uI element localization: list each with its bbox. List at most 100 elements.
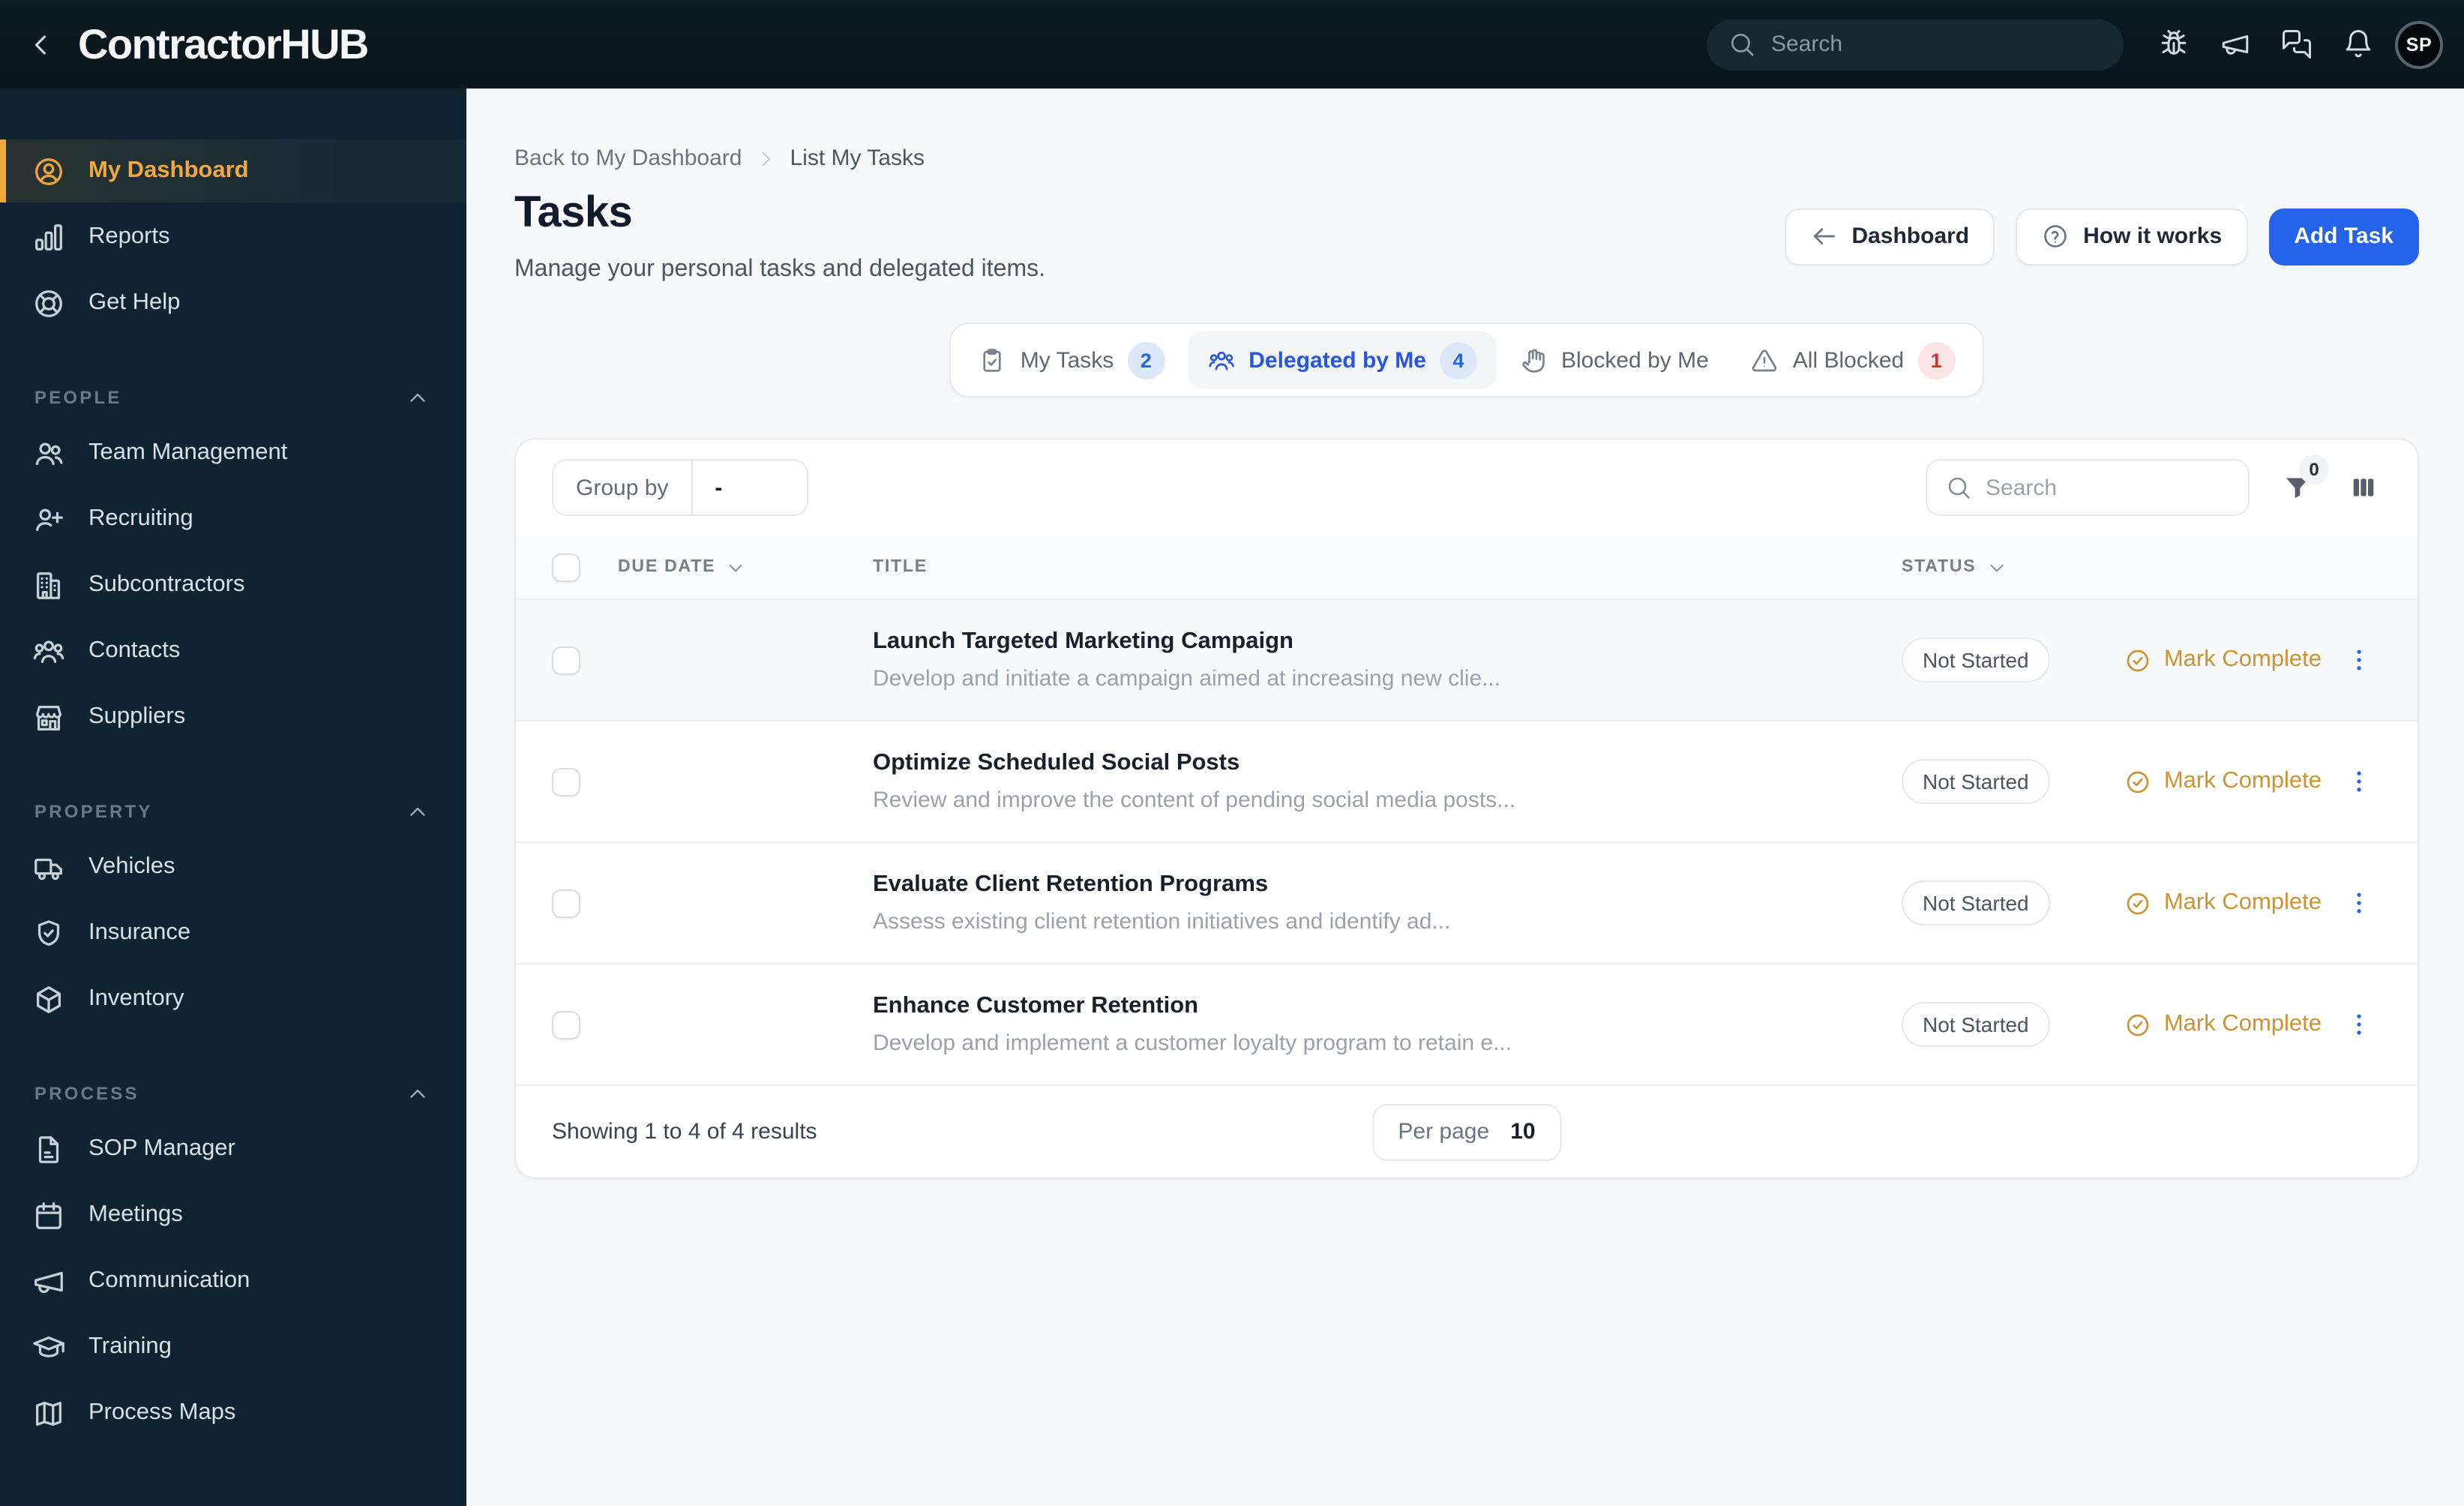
global-search-input[interactable] — [1771, 32, 2103, 57]
title-cell[interactable]: Enhance Customer Retention Develop and i… — [873, 993, 1902, 1056]
sidebar-item-contacts[interactable]: Contacts — [0, 620, 466, 682]
sidebar-section-property[interactable]: PROPERTY — [0, 788, 466, 836]
calendar-icon — [31, 1198, 66, 1232]
sidebar-item-get-help[interactable]: Get Help — [0, 272, 466, 334]
document-icon — [31, 1132, 66, 1166]
row-checkbox[interactable] — [552, 889, 580, 917]
sidebar-item-inventory[interactable]: Inventory — [0, 968, 466, 1030]
title-cell[interactable]: Launch Targeted Marketing Campaign Devel… — [873, 628, 1902, 692]
tab-count-badge: 2 — [1127, 341, 1165, 379]
group-by-control[interactable]: Group by - — [552, 459, 808, 516]
user-plus-icon — [31, 502, 66, 536]
bug-report-button[interactable] — [2148, 19, 2199, 70]
sidebar-item-vehicles[interactable]: Vehicles — [0, 836, 466, 898]
sidebar-section-people[interactable]: PEOPLE — [0, 374, 466, 422]
row-menu-button[interactable] — [2344, 766, 2374, 796]
breadcrumb-back-link[interactable]: Back to My Dashboard — [514, 146, 742, 171]
page-title: Tasks — [514, 189, 633, 237]
status-badge: Not Started — [1902, 1002, 2050, 1047]
row-checkbox[interactable] — [552, 1010, 580, 1039]
sidebar-item-label: Meetings — [88, 1202, 183, 1227]
sidebar-item-insurance[interactable]: Insurance — [0, 902, 466, 964]
help-circle-icon — [2041, 222, 2070, 250]
column-header-status[interactable]: STATUS — [1902, 556, 2127, 578]
per-page-control[interactable]: Per page 10 — [1372, 1103, 1561, 1160]
row-menu-button[interactable] — [2344, 888, 2374, 918]
column-header-title[interactable]: TITLE — [873, 558, 1902, 576]
kebab-menu-icon — [2344, 1010, 2374, 1040]
messages-button[interactable] — [2271, 19, 2322, 70]
sidebar-item-label: My Dashboard — [88, 158, 249, 183]
task-title: Optimize Scheduled Social Posts — [873, 750, 1240, 776]
columns-button[interactable] — [2346, 470, 2382, 506]
mark-complete-button[interactable]: Mark Complete — [2124, 889, 2337, 917]
table-row: Launch Targeted Marketing Campaign Devel… — [516, 598, 2418, 720]
tab-delegated-by-me[interactable]: Delegated by Me 4 — [1187, 332, 1497, 388]
tab-my-tasks[interactable]: My Tasks 2 — [959, 332, 1184, 388]
status-badge: Not Started — [1902, 759, 2050, 804]
chevron-up-icon — [405, 385, 430, 410]
task-description: Review and improve the content of pendin… — [873, 788, 1516, 813]
notifications-button[interactable] — [2332, 19, 2383, 70]
add-task-button[interactable]: Add Task — [2268, 208, 2419, 265]
task-description: Develop and implement a customer loyalty… — [873, 1030, 1512, 1056]
how-it-works-button-label: How it works — [2083, 224, 2223, 249]
table-search[interactable] — [1926, 459, 2250, 516]
table-footer: Showing 1 to 4 of 4 results Per page 10 — [516, 1084, 2418, 1178]
sidebar-item-process-maps[interactable]: Process Maps — [0, 1382, 466, 1444]
how-it-works-button[interactable]: How it works — [2016, 208, 2248, 265]
sidebar-item-sop-manager[interactable]: SOP Manager — [0, 1118, 466, 1180]
truck-icon — [31, 850, 66, 884]
row-checkbox[interactable] — [552, 646, 580, 674]
select-all-checkbox[interactable] — [552, 553, 580, 581]
map-icon — [31, 1396, 66, 1430]
mark-complete-button[interactable]: Mark Complete — [2124, 767, 2337, 796]
breadcrumb-current[interactable]: List My Tasks — [790, 146, 925, 171]
sidebar-item-my-dashboard[interactable]: My Dashboard — [0, 140, 466, 202]
alert-triangle-icon — [1751, 346, 1779, 374]
filter-button[interactable]: 0 — [2280, 454, 2329, 506]
row-menu-button[interactable] — [2344, 645, 2374, 675]
row-menu-button[interactable] — [2344, 1010, 2374, 1040]
title-cell[interactable]: Evaluate Client Retention Programs Asses… — [873, 872, 1902, 934]
sidebar-item-subcontractors[interactable]: Subcontractors — [0, 554, 466, 616]
sidebar-item-label: Process Maps — [88, 1400, 236, 1425]
table-row: Enhance Customer Retention Develop and i… — [516, 963, 2418, 1084]
search-icon — [1945, 474, 1972, 501]
graduation-cap-icon — [31, 1330, 66, 1364]
mark-complete-button[interactable]: Mark Complete — [2124, 1010, 2337, 1039]
storefront-icon — [31, 700, 66, 734]
column-label: STATUS — [1902, 558, 1977, 576]
sidebar-item-recruiting[interactable]: Recruiting — [0, 488, 466, 550]
tab-blocked-by-me[interactable]: Blocked by Me — [1500, 332, 1728, 388]
add-task-button-label: Add Task — [2294, 224, 2394, 249]
sidebar-item-team-management[interactable]: Team Management — [0, 422, 466, 484]
building-icon — [31, 568, 66, 602]
row-checkbox[interactable] — [552, 767, 580, 796]
sidebar-item-reports[interactable]: Reports — [0, 206, 466, 268]
task-description: Assess existing client retention initiat… — [873, 909, 1451, 934]
check-circle-icon — [2124, 767, 2152, 796]
sidebar-item-label: Get Help — [88, 290, 181, 315]
users-group-icon — [1207, 346, 1235, 374]
column-header-due-date[interactable]: DUE DATE — [618, 556, 873, 578]
sidebar-section-process[interactable]: PROCESS — [0, 1070, 466, 1118]
announcements-button[interactable] — [2209, 19, 2260, 70]
back-button[interactable] — [18, 22, 63, 67]
tab-all-blocked[interactable]: All Blocked 1 — [1731, 332, 1974, 388]
mark-complete-button[interactable]: Mark Complete — [2124, 646, 2337, 674]
table-search-input[interactable] — [1986, 475, 2230, 500]
sidebar-item-training[interactable]: Training — [0, 1316, 466, 1378]
per-page-label: Per page — [1398, 1119, 1490, 1144]
group-by-value[interactable]: - — [692, 475, 806, 500]
title-cell[interactable]: Optimize Scheduled Social Posts Review a… — [873, 750, 1902, 813]
dashboard-button[interactable]: Dashboard — [1784, 208, 1995, 265]
user-avatar[interactable]: SP — [2395, 20, 2443, 68]
sidebar-item-meetings[interactable]: Meetings — [0, 1184, 466, 1246]
global-search[interactable] — [1707, 19, 2124, 70]
sidebar-item-suppliers[interactable]: Suppliers — [0, 686, 466, 748]
page-header-text: Tasks Manage your personal tasks and del… — [514, 189, 1045, 284]
tab-label: Blocked by Me — [1561, 347, 1709, 373]
sidebar-item-communication[interactable]: Communication — [0, 1250, 466, 1312]
mark-complete-label: Mark Complete — [2163, 1011, 2322, 1036]
